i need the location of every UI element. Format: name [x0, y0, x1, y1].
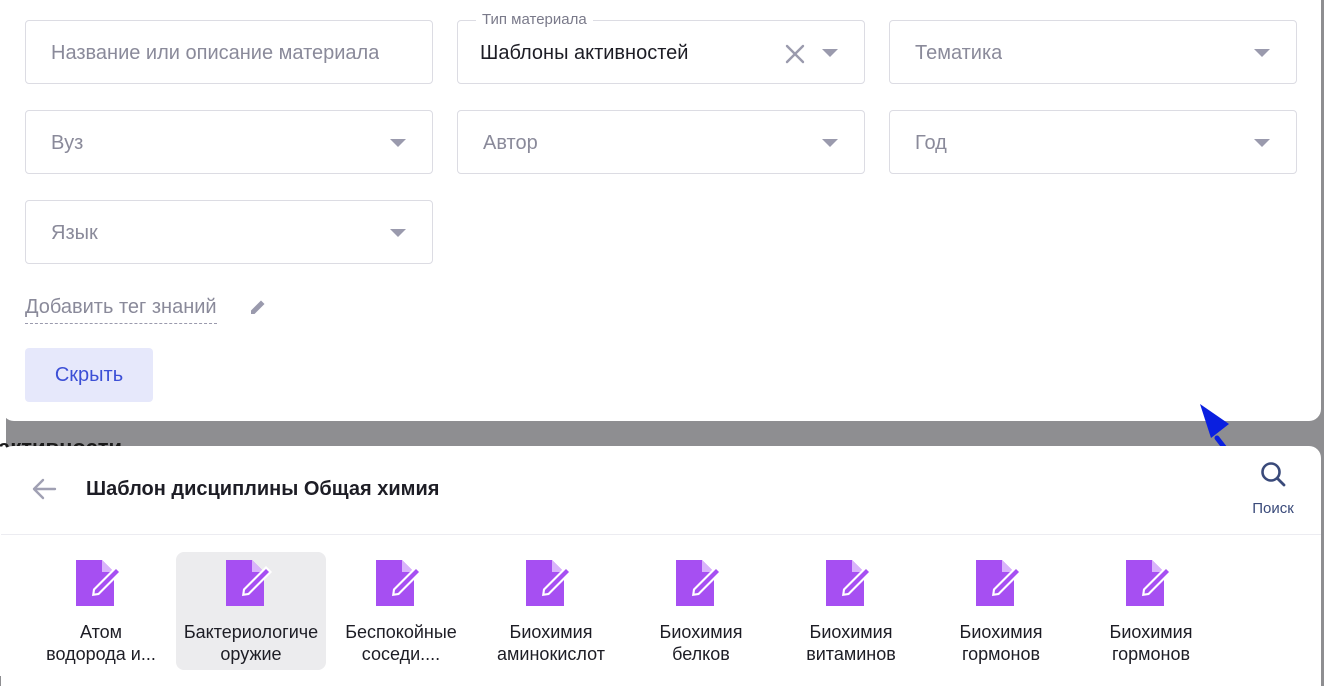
university-select[interactable]: Вуз — [25, 110, 433, 174]
chevron-down-icon[interactable] — [1254, 49, 1270, 57]
material-type-value: Шаблоны активностей — [480, 42, 689, 64]
topic-placeholder: Тематика — [915, 42, 1003, 64]
background-heading: активности — [0, 433, 198, 447]
document-edit-icon — [826, 560, 872, 606]
chevron-down-icon[interactable] — [390, 139, 406, 147]
template-panel: Шаблон дисциплины Общая химия Поиск Атом… — [1, 446, 1321, 686]
back-arrow-icon[interactable] — [31, 478, 57, 500]
chevron-down-icon[interactable] — [1254, 139, 1270, 147]
document-edit-icon — [1126, 560, 1172, 606]
search-label: Поиск — [1252, 500, 1294, 517]
template-item-name: Биохимия белков — [659, 622, 743, 664]
language-placeholder: Язык — [51, 222, 98, 244]
material-type-select[interactable]: Тип материала Шаблоны активностей — [457, 11, 865, 84]
template-item-name: Биохимия витаминов — [806, 622, 896, 664]
template-item-name: Бактериологиче оружие — [183, 622, 319, 664]
template-item[interactable]: Биохимия гормонов — [926, 552, 1076, 670]
chevron-down-icon[interactable] — [822, 49, 838, 57]
pencil-icon[interactable] — [249, 298, 267, 316]
search-input-placeholder: Название или описание материала — [51, 42, 380, 64]
year-placeholder: Год — [915, 132, 947, 154]
template-item[interactable]: Атом водорода и... — [26, 552, 176, 670]
chevron-down-icon[interactable] — [390, 229, 406, 237]
author-select[interactable]: Автор — [457, 110, 865, 174]
template-item[interactable]: Беспокойные соседи.... — [326, 552, 476, 670]
search-button[interactable]: Поиск — [1241, 460, 1305, 522]
year-select[interactable]: Год — [889, 110, 1297, 174]
search-input[interactable]: Название или описание материала — [25, 20, 433, 84]
chevron-down-icon[interactable] — [822, 139, 838, 147]
template-item-name: Биохимия гормонов — [959, 622, 1043, 664]
author-placeholder: Автор — [483, 132, 538, 154]
university-placeholder: Вуз — [51, 132, 84, 154]
language-select[interactable]: Язык — [25, 200, 433, 264]
template-item-name: Беспокойные соседи.... — [345, 622, 457, 664]
document-edit-icon — [226, 560, 272, 606]
template-item-name: Биохимия гормонов — [1109, 622, 1193, 664]
document-edit-icon — [676, 560, 722, 606]
template-item[interactable]: Биохимия белков — [626, 552, 776, 670]
hide-button[interactable]: Скрыть — [25, 348, 153, 402]
template-item[interactable]: Бактериологиче оружие — [176, 552, 326, 670]
topic-select[interactable]: Тематика — [889, 20, 1297, 84]
template-item[interactable]: Биохимия витаминов — [776, 552, 926, 670]
document-edit-icon — [526, 560, 572, 606]
document-edit-icon — [976, 560, 1022, 606]
filter-panel: Название или описание материала Тип мате… — [2, 0, 1321, 421]
document-edit-icon — [376, 560, 422, 606]
search-icon — [1261, 462, 1286, 487]
add-knowledge-tag-link[interactable]: Добавить тег знаний — [25, 296, 217, 324]
panel-title: Шаблон дисциплины Общая химия — [86, 478, 440, 500]
template-item-name: Биохимия аминокислот — [497, 622, 605, 664]
document-edit-icon — [76, 560, 122, 606]
template-item[interactable]: Биохимия аминокислот — [476, 552, 626, 670]
panel-header: Шаблон дисциплины Общая химия Поиск — [1, 446, 1321, 535]
close-icon[interactable] — [784, 43, 806, 65]
template-item[interactable]: Биохимия гормонов — [1076, 552, 1226, 670]
template-item-name: Атом водорода и... — [46, 622, 156, 664]
